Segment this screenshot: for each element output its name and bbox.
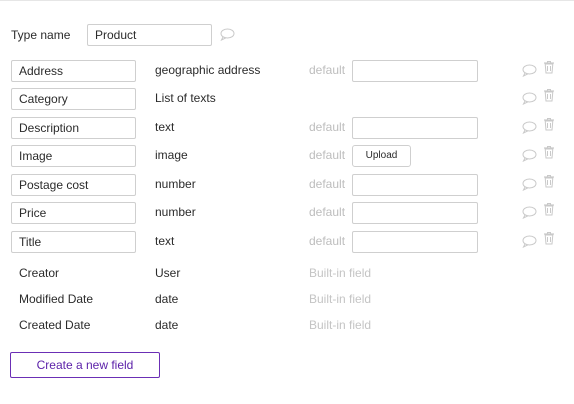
type-name-row: Type name Product <box>11 24 235 46</box>
field-name-input[interactable]: Title <box>11 231 136 253</box>
type-name-input[interactable]: Product <box>87 24 212 46</box>
default-value-input[interactable] <box>352 174 478 196</box>
field-type-label: number <box>155 177 196 191</box>
field-name-input[interactable]: Price <box>11 202 136 224</box>
field-type-label: date <box>155 292 179 306</box>
top-divider <box>0 0 574 1</box>
field-name-input[interactable]: Postage cost <box>11 174 136 196</box>
field-type-label: text <box>155 234 175 248</box>
field-type-label: text <box>155 120 175 134</box>
builtin-field-name: Created Date <box>19 318 91 332</box>
trash-icon[interactable] <box>543 60 555 77</box>
default-label: default <box>309 205 346 219</box>
trash-icon[interactable] <box>543 174 555 191</box>
comment-icon[interactable] <box>522 149 537 165</box>
default-value-input[interactable] <box>352 231 478 253</box>
field-type-label: List of texts <box>155 91 216 105</box>
comment-icon[interactable] <box>220 28 235 44</box>
comment-icon[interactable] <box>522 64 537 80</box>
field-row: Category List of texts <box>0 88 574 112</box>
default-label: default <box>309 234 346 248</box>
trash-icon[interactable] <box>543 145 555 162</box>
comment-icon[interactable] <box>522 206 537 222</box>
comment-icon[interactable] <box>522 92 537 108</box>
default-label: default <box>309 63 346 77</box>
trash-icon[interactable] <box>543 231 555 248</box>
builtin-field-label: Built-in field <box>309 292 372 306</box>
field-type-label: date <box>155 318 179 332</box>
trash-icon[interactable] <box>543 88 555 105</box>
field-type-label: geographic address <box>155 63 261 77</box>
upload-button[interactable]: Upload <box>352 145 411 167</box>
default-label: default <box>309 120 346 134</box>
builtin-field-row: Creator User Built-in field <box>0 263 574 287</box>
field-row: Title text default <box>0 231 574 255</box>
field-type-label: User <box>155 266 181 280</box>
field-row: Image image default Upload <box>0 145 574 169</box>
builtin-field-label: Built-in field <box>309 318 372 332</box>
field-row: Description text default <box>0 117 574 141</box>
builtin-field-name: Modified Date <box>19 292 94 306</box>
field-row: Price number default <box>0 202 574 226</box>
builtin-field-row: Modified Date date Built-in field <box>0 289 574 313</box>
field-name-input[interactable]: Address <box>11 60 136 82</box>
builtin-field-row: Created Date date Built-in field <box>0 315 574 339</box>
comment-icon[interactable] <box>522 235 537 251</box>
field-type-label: image <box>155 148 188 162</box>
type-name-label: Type name <box>11 28 71 42</box>
builtin-field-name: Creator <box>19 266 60 280</box>
field-name-input[interactable]: Category <box>11 88 136 110</box>
default-label: default <box>309 148 346 162</box>
comment-icon[interactable] <box>522 178 537 194</box>
field-row: Address geographic address default <box>0 60 574 84</box>
trash-icon[interactable] <box>543 202 555 219</box>
field-name-input[interactable]: Image <box>11 145 136 167</box>
default-value-input[interactable] <box>352 202 478 224</box>
field-name-input[interactable]: Description <box>11 117 136 139</box>
create-new-field-button[interactable]: Create a new field <box>10 352 160 378</box>
field-row: Postage cost number default <box>0 174 574 198</box>
default-label: default <box>309 177 346 191</box>
default-value-input[interactable] <box>352 60 478 82</box>
field-type-label: number <box>155 205 196 219</box>
trash-icon[interactable] <box>543 117 555 134</box>
comment-icon[interactable] <box>522 121 537 137</box>
builtin-field-label: Built-in field <box>309 266 372 280</box>
default-value-input[interactable] <box>352 117 478 139</box>
